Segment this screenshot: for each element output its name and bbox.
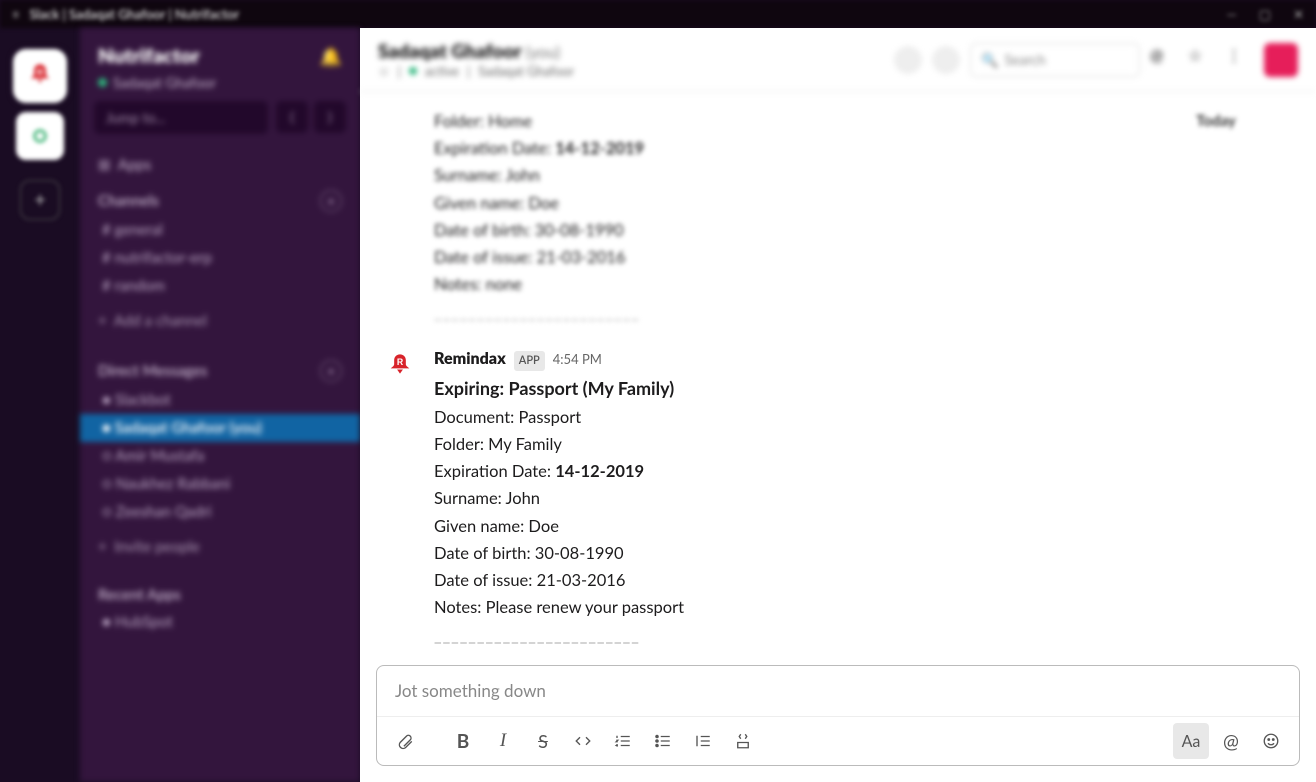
- dm-header[interactable]: Direct Messages: [98, 362, 207, 380]
- message-field: Surname: John: [434, 485, 684, 512]
- recent-app-item[interactable]: ● HubSpot: [80, 608, 360, 636]
- svg-text:R: R: [37, 67, 44, 77]
- workspace-name[interactable]: Nutrifactor: [98, 44, 200, 68]
- bullet-list-icon[interactable]: [645, 723, 681, 759]
- message-field: Notes: none: [434, 271, 644, 298]
- workspace-rail: R +: [0, 28, 80, 782]
- emoji-icon[interactable]: [1253, 723, 1289, 759]
- recent-apps-header[interactable]: Recent Apps: [98, 586, 181, 604]
- message-field: Date of issue: 21-03-2016: [434, 244, 644, 271]
- date-divider: Today: [1116, 112, 1316, 130]
- message-field: Surname: John: [434, 162, 644, 189]
- notifications-icon[interactable]: 🔔: [320, 45, 342, 68]
- workspace-remindax[interactable]: R: [16, 52, 64, 100]
- jump-to-input[interactable]: Jump to...: [94, 101, 268, 134]
- search-icon: 🔍: [981, 51, 998, 69]
- dm-item[interactable]: ● Sadaqat Ghafoor (you): [80, 414, 360, 442]
- message-title: Expiring: Passport (My Family): [434, 374, 684, 404]
- conversation-title[interactable]: Sadaqat Ghafoor: [378, 40, 522, 63]
- history-forward-button[interactable]: ⟩: [314, 101, 346, 133]
- app-menu-icon[interactable]: ≡: [12, 6, 20, 22]
- sidebar-apps[interactable]: ⊞ Apps: [80, 144, 360, 178]
- presence-dot: [409, 67, 417, 75]
- invite-people-link[interactable]: + Invite people: [80, 526, 360, 560]
- phone-icon[interactable]: [894, 46, 922, 74]
- composer-input[interactable]: Jot something down: [377, 666, 1299, 716]
- main-panel: Sadaqat Ghafoor (you) ☆ | active | Sadaq…: [360, 28, 1316, 782]
- message-field: Folder: Home: [434, 108, 644, 135]
- star-icon[interactable]: ☆: [378, 63, 390, 80]
- italic-icon[interactable]: I: [485, 723, 521, 759]
- message-field: Given name: Doe: [434, 190, 644, 217]
- starred-icon[interactable]: ☆: [1188, 46, 1216, 74]
- channel-item[interactable]: # nutrifactor-erp: [80, 244, 360, 272]
- message-field: Notes: Please renew your passport: [434, 594, 684, 621]
- message-field: Date of birth: 30-08-1990: [434, 540, 684, 567]
- code-icon[interactable]: [565, 723, 601, 759]
- add-channel-icon[interactable]: +: [320, 190, 342, 212]
- search-input[interactable]: 🔍 Search: [970, 43, 1140, 77]
- add-channel-link[interactable]: + Add a channel: [80, 300, 360, 334]
- message-field: Document: Passport: [434, 404, 684, 431]
- maximize-icon[interactable]: ▢: [1259, 6, 1271, 23]
- app-badge: APP: [514, 351, 545, 371]
- message-sender[interactable]: Remindax: [434, 346, 506, 372]
- close-icon[interactable]: ✕: [1293, 6, 1304, 23]
- message-field: Date of issue: 21-03-2016: [434, 567, 684, 594]
- mention-icon[interactable]: @: [1213, 723, 1249, 759]
- message-composer[interactable]: Jot something down B I S Aa @: [376, 665, 1300, 766]
- channels-header[interactable]: Channels: [98, 192, 159, 210]
- remindax-avatar: R: [380, 346, 420, 386]
- add-dm-icon[interactable]: +: [320, 360, 342, 382]
- channel-item[interactable]: # random: [80, 272, 360, 300]
- remindax-message: R Remindax APP 4:54 PM Expiring: Passpor…: [360, 340, 1116, 653]
- format-toggle-icon[interactable]: Aa: [1173, 723, 1209, 759]
- message-list: Folder: HomeExpiration Date: 14-12-2019S…: [360, 92, 1316, 665]
- dm-item[interactable]: ○ Naukhez Rabbani: [80, 470, 360, 498]
- presence-indicator: [98, 78, 107, 87]
- message-time: 4:54 PM: [553, 349, 602, 370]
- bold-icon[interactable]: B: [445, 723, 481, 759]
- blockquote-icon[interactable]: [685, 723, 721, 759]
- previous-message: Folder: HomeExpiration Date: 14-12-2019S…: [360, 102, 1116, 330]
- titlebar: ≡ Slack | Sadaqat Ghafoor | Nutrifactor …: [0, 0, 1316, 28]
- window-title: Slack | Sadaqat Ghafoor | Nutrifactor: [30, 6, 240, 22]
- message-field: Given name: Doe: [434, 513, 684, 540]
- channel-item[interactable]: # general: [80, 216, 360, 244]
- message-separator: ________________________: [434, 622, 684, 649]
- message-field: Folder: My Family: [434, 431, 684, 458]
- history-back-button[interactable]: ⟨: [276, 101, 308, 133]
- current-user: Sadaqat Ghafoor: [113, 74, 216, 91]
- dm-item[interactable]: ● Slackbot: [80, 386, 360, 414]
- minimize-icon[interactable]: —: [1226, 6, 1236, 23]
- workspace-other[interactable]: [16, 112, 64, 160]
- more-icon[interactable]: ⋮: [1226, 46, 1254, 74]
- svg-text:R: R: [397, 357, 404, 367]
- ordered-list-icon[interactable]: [605, 723, 641, 759]
- message-field: Expiration Date: 14-12-2019: [434, 458, 684, 485]
- message-field: Expiration Date: 14-12-2019: [434, 135, 644, 162]
- composer-toolbar: B I S Aa @: [377, 716, 1299, 765]
- channel-header: Sadaqat Ghafoor (you) ☆ | active | Sadaq…: [360, 28, 1316, 92]
- info-icon[interactable]: [932, 46, 960, 74]
- mentions-icon[interactable]: @: [1150, 46, 1178, 74]
- strikethrough-icon[interactable]: S: [525, 723, 561, 759]
- app-action-button[interactable]: [1264, 43, 1298, 77]
- add-workspace-button[interactable]: +: [20, 180, 60, 220]
- code-block-icon[interactable]: [725, 723, 761, 759]
- message-field: Date of birth: 30-08-1990: [434, 217, 644, 244]
- dm-item[interactable]: ○ Zeeshan Qadri: [80, 498, 360, 526]
- attach-icon[interactable]: [387, 723, 423, 759]
- dm-item[interactable]: ○ Amir Mustafa: [80, 442, 360, 470]
- sidebar: Nutrifactor 🔔 Sadaqat Ghafoor Jump to...…: [80, 28, 360, 782]
